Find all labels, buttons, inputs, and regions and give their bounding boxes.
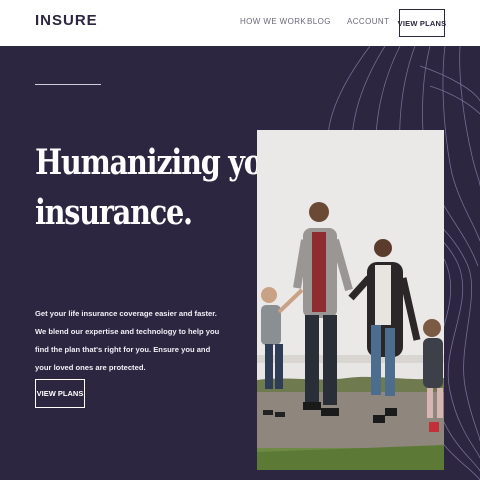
site-header: INSURE HOW WE WORK BLOG ACCOUNT VIEW PLA… xyxy=(0,0,480,46)
hero-divider xyxy=(35,84,101,85)
nav-link-blog[interactable]: BLOG xyxy=(307,17,331,26)
hero-view-plans-button[interactable]: VIEW PLANS xyxy=(35,379,85,408)
header-view-plans-button[interactable]: VIEW PLANS xyxy=(398,9,446,37)
brand-logo[interactable]: INSURE xyxy=(35,12,98,29)
hero-headline-line-1: Humanizing your xyxy=(35,142,296,183)
nav-link-how-we-work[interactable]: HOW WE WORK xyxy=(240,17,306,26)
hero-headline-line-2: insurance. xyxy=(35,192,193,233)
nav-link-account[interactable]: ACCOUNT xyxy=(347,17,389,26)
hero-headline: Humanizing your insurance. xyxy=(35,138,296,238)
hero-description: Get your life insurance coverage easier … xyxy=(35,309,220,372)
family-photo xyxy=(257,130,444,470)
